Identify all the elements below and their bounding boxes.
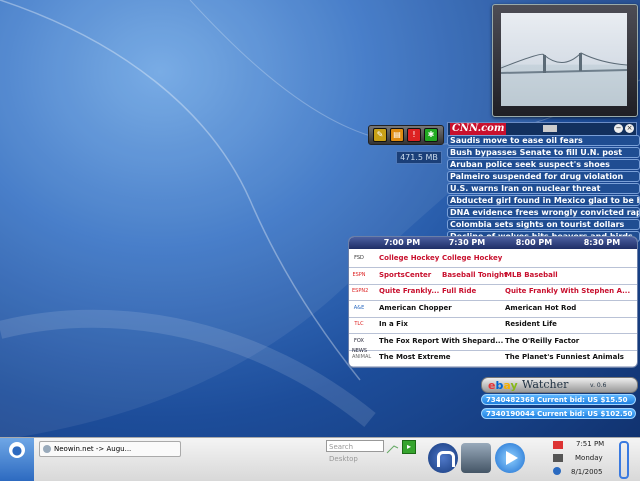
time-slot: 7:00 PM: [383, 238, 421, 247]
channel-logo: TLC: [354, 321, 364, 327]
program-cell[interactable]: American Chopper: [379, 303, 452, 313]
channel-logo: ESPN2: [352, 288, 369, 294]
clock-date: 8/1/2005: [571, 468, 603, 476]
program-cell[interactable]: The Most Extreme: [379, 352, 451, 362]
channel-logo: FSD: [354, 255, 364, 261]
tv-guide-row: TLC In a Fix Resident Life: [349, 316, 637, 334]
program-cell[interactable]: College Hockey: [442, 253, 502, 263]
program-cell[interactable]: Full Ride: [442, 286, 476, 296]
channel-logo: ANIMAL: [352, 354, 372, 360]
channel-logo: ESPN: [352, 271, 366, 278]
program-cell[interactable]: Quite Frankly With Stephen A...: [505, 286, 630, 296]
tv-guide-row: FOX NEWS The Fox Report With Shepard... Th…: [349, 333, 637, 354]
headline[interactable]: DNA evidence frees wrongly convicted rap…: [447, 207, 640, 218]
folder-icon[interactable]: ▤: [390, 128, 404, 142]
gear-icon[interactable]: ✱: [424, 128, 438, 142]
launcher-dock: ✎ ▤ ! ✱: [368, 125, 444, 145]
taskbar: ● Neowin.net -> Augu... Search Desktop ▸…: [0, 437, 640, 481]
program-cell[interactable]: The Planet's Funniest Animals: [505, 352, 624, 362]
start-button[interactable]: ●: [0, 438, 34, 481]
notes-icon[interactable]: ✎: [373, 128, 387, 142]
time-slot: 8:30 PM: [583, 238, 621, 247]
bridge-icon: [500, 52, 628, 74]
ebay-bid-item[interactable]: 7340482368 Current bid: US $15.50: [481, 394, 636, 405]
channel-logo: FOX NEWS: [352, 337, 368, 354]
collapse-icon[interactable]: −: [614, 124, 623, 133]
tv-guide-row: ESPN2 Quite Frankly... Full Ride Quite Fran…: [349, 283, 637, 301]
channel-logo: A&E: [353, 304, 365, 311]
ebay-bid-item[interactable]: 7340190044 Current bid: US $102.50: [481, 408, 636, 419]
tv-guide-row: FSD College Hockey College Hockey: [349, 250, 637, 268]
memory-readout: 471.5 MB: [396, 151, 442, 164]
clock-time[interactable]: 7:51 PM: [576, 440, 604, 448]
tv-guide-row: ESPN SportsCenter Baseball Tonight MLB Base…: [349, 267, 637, 285]
headline[interactable]: Abducted girl found in Mexico glad to be…: [447, 195, 640, 206]
cnn-headlines: Saudis move to ease oil fears Bush bypas…: [447, 135, 640, 243]
tv-guide-widget: 7:00 PM 7:30 PM 8:00 PM 8:30 PM FSD Colle…: [348, 236, 638, 368]
taskbar-window-button[interactable]: Neowin.net -> Augu...: [39, 441, 181, 457]
tv-guide-time-header: 7:00 PM 7:30 PM 8:00 PM 8:30 PM: [349, 237, 637, 249]
program-cell[interactable]: Resident Life: [505, 319, 557, 329]
photo-widget[interactable]: [492, 4, 638, 117]
program-cell[interactable]: In a Fix: [379, 319, 408, 329]
ebay-watcher-header: ebay Watcher v. 0.6: [481, 377, 638, 393]
tray-app-icon[interactable]: [553, 454, 563, 462]
go-button[interactable]: ▸: [402, 440, 416, 454]
bridge-photo: [500, 13, 628, 106]
headline[interactable]: Saudis move to ease oil fears: [447, 135, 640, 146]
program-cell[interactable]: The O'Reilly Factor: [505, 336, 579, 346]
program-cell[interactable]: The Fox Report With Shepard...: [379, 336, 503, 346]
program-cell[interactable]: Quite Frankly...: [379, 286, 439, 296]
time-slot: 7:30 PM: [448, 238, 486, 247]
headline[interactable]: Bush bypasses Senate to fill U.N. post: [447, 147, 640, 158]
program-cell[interactable]: Baseball Tonight: [442, 270, 507, 280]
ebay-title: Watcher: [522, 378, 569, 391]
tray-app-icon[interactable]: [553, 441, 563, 449]
play-button-icon[interactable]: [495, 443, 525, 473]
program-cell[interactable]: SportsCenter: [379, 270, 431, 280]
headline[interactable]: Colombia sets sights on tourist dollars: [447, 219, 640, 230]
sidebar-toggle[interactable]: [619, 441, 629, 479]
close-icon[interactable]: ×: [625, 124, 634, 133]
cnn-logo: CNN.com: [450, 123, 507, 135]
apple-logo-icon: ●: [9, 442, 25, 458]
tv-guide-row: A&E American Chopper American Hot Rod: [349, 300, 637, 318]
time-slot: 8:00 PM: [515, 238, 553, 247]
program-cell[interactable]: MLB Baseball: [505, 270, 558, 280]
headline[interactable]: Palmeiro suspended for drug violation: [447, 171, 640, 182]
tray-app-icon[interactable]: [553, 467, 561, 475]
cnn-header: CNN.com − ×: [447, 122, 637, 136]
media-icon[interactable]: [428, 443, 458, 473]
browser-icon: [43, 445, 51, 453]
info-icon[interactable]: !: [407, 128, 421, 142]
program-cell[interactable]: College Hockey: [379, 253, 439, 263]
ebay-version: v. 0.6: [590, 382, 607, 389]
desktop: ✎ ▤ ! ✱ 471.5 MB CNN.com − × Saudis move…: [0, 0, 640, 480]
taskbar-window-label: Neowin.net -> Augu...: [54, 445, 132, 453]
headline[interactable]: Aruban police seek suspect's shoes: [447, 159, 640, 170]
search-icon[interactable]: [386, 440, 400, 454]
search-desktop-input[interactable]: Search Desktop: [326, 440, 384, 463]
ebay-logo: ebay: [488, 379, 518, 392]
headline[interactable]: U.S. warns Iran on nuclear threat: [447, 183, 640, 194]
play-icon[interactable]: [543, 125, 557, 132]
tv-guide-row: ANIMAL The Most Extreme The Planet's Funni…: [349, 349, 637, 367]
clock-day: Monday: [575, 454, 603, 462]
program-cell[interactable]: American Hot Rod: [505, 303, 576, 313]
finder-icon[interactable]: [461, 443, 491, 473]
